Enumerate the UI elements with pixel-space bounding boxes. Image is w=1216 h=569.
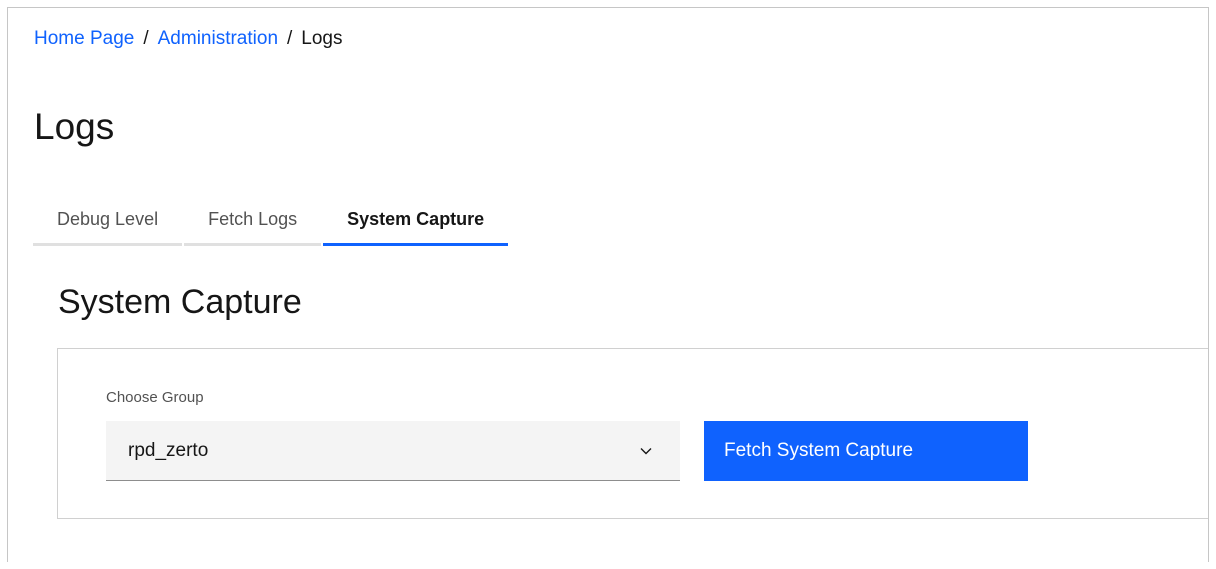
chevron-down-icon	[638, 443, 654, 459]
group-select[interactable]: rpd_zerto	[106, 421, 680, 481]
breadcrumb-separator: /	[143, 28, 149, 49]
breadcrumb: Home Page / Administration / Logs	[34, 28, 343, 50]
tab-fetch-logs[interactable]: Fetch Logs	[184, 204, 322, 246]
page-frame: Home Page / Administration / Logs Logs D…	[7, 7, 1209, 562]
tab-system-capture[interactable]: System Capture	[323, 204, 509, 246]
breadcrumb-home-link[interactable]: Home Page	[34, 28, 134, 50]
fetch-system-capture-button[interactable]: Fetch System Capture	[704, 421, 1028, 481]
page-title: Logs	[34, 106, 115, 147]
choose-group-label: Choose Group	[106, 389, 204, 406]
tab-list: Debug Level Fetch Logs System Capture	[33, 204, 510, 246]
system-capture-panel: Choose Group rpd_zerto Fetch System Capt…	[57, 348, 1208, 519]
breadcrumb-current: Logs	[301, 28, 343, 49]
breadcrumb-separator: /	[287, 28, 293, 49]
tab-debug-level[interactable]: Debug Level	[33, 204, 183, 246]
group-select-value: rpd_zerto	[128, 440, 209, 461]
section-title: System Capture	[58, 283, 302, 321]
breadcrumb-administration-link[interactable]: Administration	[158, 28, 278, 50]
